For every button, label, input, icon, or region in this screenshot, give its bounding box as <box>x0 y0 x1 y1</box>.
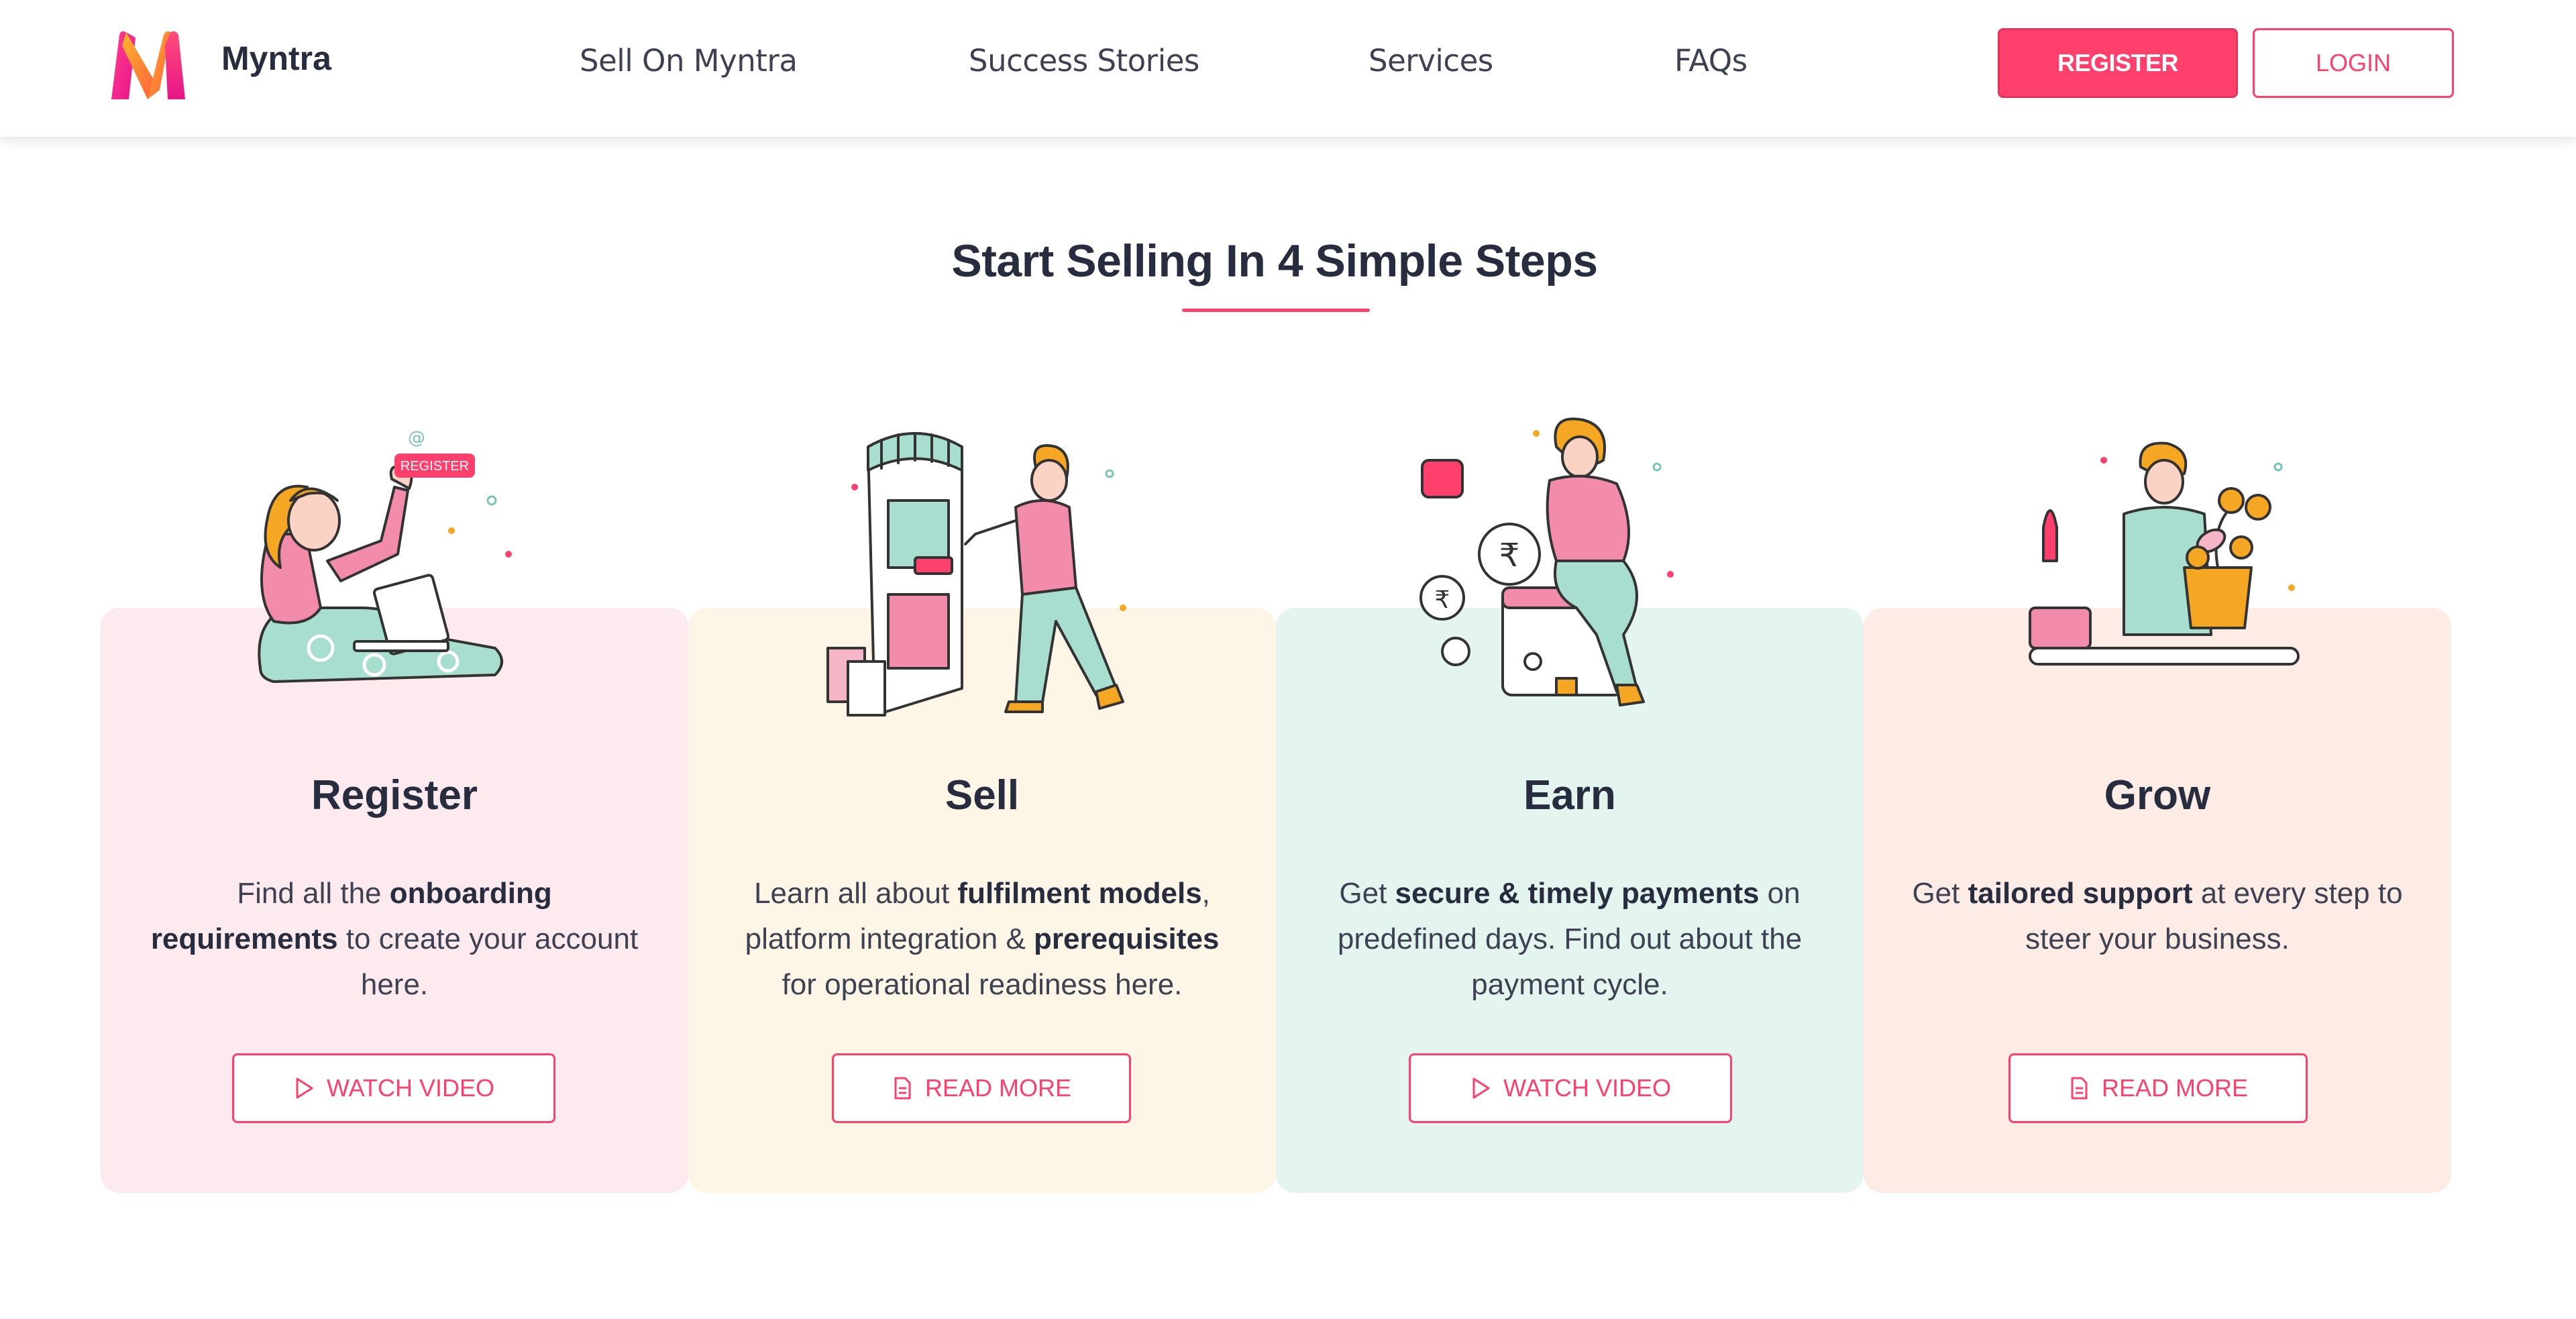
register-illustration: REGISTER @ <box>258 428 512 683</box>
step-desc-earn: Get secure & timely payments on predefin… <box>1337 877 1803 1001</box>
title-underline <box>1182 309 1370 312</box>
play-icon <box>1472 1077 1490 1099</box>
brand-name[interactable]: Myntra <box>221 39 331 78</box>
earn-watch-video-button[interactable]: WATCH VIDEO <box>1409 1053 1732 1123</box>
document-icon <box>894 1077 911 1100</box>
grow-illustration <box>2029 441 2300 666</box>
register-button[interactable]: REGISTER <box>1998 28 2238 98</box>
step-title-register: Register <box>311 772 478 819</box>
step-title-earn: Earn <box>1523 772 1616 819</box>
step-desc-sell: Learn all about fulfilment models, platf… <box>745 877 1220 1001</box>
read-more-label: READ MORE <box>924 1074 1072 1102</box>
nav-success-stories[interactable]: Success Stories <box>969 43 1199 78</box>
watch-video-label: WATCH VIDEO <box>1503 1074 1671 1102</box>
sell-read-more-button[interactable]: READ MORE <box>832 1053 1131 1123</box>
step-desc-register: Find all the onboarding requirements to … <box>150 877 639 1001</box>
svg-text:₹: ₹ <box>1435 586 1450 614</box>
sell-illustration <box>826 432 1126 717</box>
document-icon <box>2071 1077 2088 1100</box>
nav-faqs[interactable]: FAQs <box>1674 43 1748 78</box>
svg-text:@: @ <box>408 428 425 448</box>
step-title-sell: Sell <box>945 772 1020 819</box>
read-more-label: READ MORE <box>2101 1074 2249 1102</box>
step-desc-grow: Get tailored support at every step to st… <box>1912 877 2403 955</box>
watch-video-label: WATCH VIDEO <box>327 1074 494 1102</box>
svg-text:₹: ₹ <box>1499 537 1520 574</box>
myntra-logo-icon[interactable] <box>106 25 213 106</box>
top-navbar: Myntra Sell On Myntra Success Stories Se… <box>0 0 2576 137</box>
nav-services[interactable]: Services <box>1368 43 1493 78</box>
play-icon <box>296 1077 313 1099</box>
register-watch-video-button[interactable]: WATCH VIDEO <box>232 1053 555 1123</box>
grow-read-more-button[interactable]: READ MORE <box>2008 1053 2308 1123</box>
step-title-grow: Grow <box>2104 772 2211 819</box>
svg-text:REGISTER: REGISTER <box>400 459 469 474</box>
section-title: Start Selling In 4 Simple Steps <box>951 235 1598 286</box>
login-button[interactable]: LOGIN <box>2253 28 2454 98</box>
nav-sell-on-myntra[interactable]: Sell On Myntra <box>580 43 798 78</box>
earn-illustration: ₹ ₹ <box>1419 417 1674 706</box>
